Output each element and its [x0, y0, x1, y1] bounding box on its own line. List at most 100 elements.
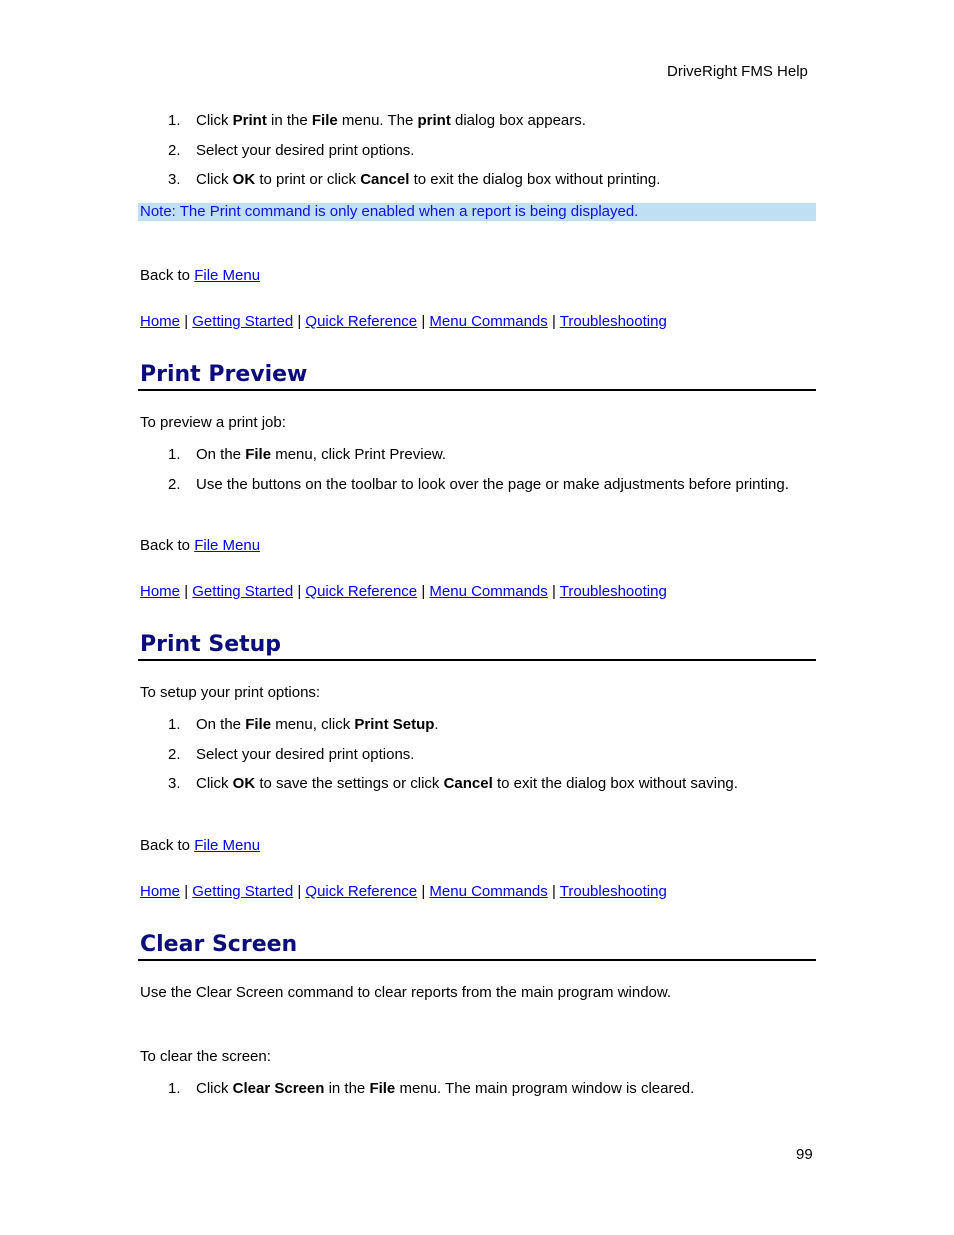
bold-term: print	[417, 112, 451, 129]
nav-separator: |	[184, 583, 189, 600]
bold-term: Cancel	[360, 171, 410, 188]
nav-getting-started-link[interactable]: Getting Started	[192, 313, 293, 330]
print-setup-step-2: 2. Select your desired print options.	[168, 746, 414, 763]
step-number: 1.	[168, 1080, 181, 1097]
step-number: 1.	[168, 112, 181, 129]
step-text: menu, click	[271, 716, 355, 733]
print-step-1: 1. Click Print in the File menu. The prin…	[168, 112, 586, 129]
nav-separator: |	[421, 313, 426, 330]
clear-screen-step-1: 1. Click Clear Screen in the File menu. T…	[168, 1080, 694, 1097]
nav-quick-reference-link[interactable]: Quick Reference	[305, 583, 417, 600]
print-note: Note: The Print command is only enabled …	[138, 203, 816, 221]
heading-rule	[138, 659, 816, 661]
back-prefix: Back to	[140, 537, 195, 554]
step-text: On the	[196, 716, 246, 733]
back-to-file-menu-3: Back to File Menu	[140, 837, 260, 854]
print-step-3: 3. Click OK to print or click Cancel to e…	[168, 171, 660, 188]
back-to-file-menu-1: Back to File Menu	[140, 267, 260, 284]
print-preview-step-2: 2. Use the buttons on the toolbar to look…	[168, 476, 789, 493]
bold-term: OK	[232, 171, 256, 188]
nav-troubleshooting-link[interactable]: Troubleshooting	[560, 583, 667, 600]
heading-rule	[138, 959, 816, 961]
nav-troubleshooting-link[interactable]: Troubleshooting	[560, 313, 667, 330]
nav-separator: |	[297, 883, 302, 900]
print-preview-intro: To preview a print job:	[140, 414, 286, 431]
nav-home-link[interactable]: Home	[140, 583, 180, 600]
step-text: menu. The	[337, 112, 418, 129]
file-menu-link[interactable]: File Menu	[194, 537, 260, 554]
nav-getting-started-link[interactable]: Getting Started	[192, 883, 293, 900]
nav-troubleshooting-link[interactable]: Troubleshooting	[560, 883, 667, 900]
clear-screen-description: Use the Clear Screen command to clear re…	[140, 984, 672, 1001]
print-setup-step-3: 3. Click OK to save the settings or click…	[168, 775, 738, 792]
step-text: Select your desired print options.	[196, 142, 415, 159]
nav-separator: |	[551, 883, 556, 900]
back-prefix: Back to	[140, 267, 195, 284]
step-text: menu, click Print Preview.	[271, 446, 447, 463]
print-preview-heading: Print Preview	[140, 362, 308, 387]
nav-links-2: Home | Getting Started | Quick Reference…	[140, 583, 667, 600]
nav-menu-commands-link[interactable]: Menu Commands	[429, 313, 547, 330]
bold-term: Cancel	[443, 775, 493, 792]
nav-quick-reference-link[interactable]: Quick Reference	[305, 883, 417, 900]
nav-menu-commands-link[interactable]: Menu Commands	[429, 883, 547, 900]
nav-links-3: Home | Getting Started | Quick Reference…	[140, 883, 667, 900]
bold-term: Print Setup	[354, 716, 435, 733]
print-setup-heading: Print Setup	[140, 632, 282, 657]
nav-separator: |	[421, 583, 426, 600]
nav-separator: |	[551, 583, 556, 600]
print-setup-intro: To setup your print options:	[140, 684, 321, 701]
back-to-file-menu-2: Back to File Menu	[140, 537, 260, 554]
step-number: 2.	[168, 142, 181, 159]
document-header-title: DriveRight FMS Help	[667, 63, 808, 80]
nav-getting-started-link[interactable]: Getting Started	[192, 583, 293, 600]
step-text: Select your desired print options.	[196, 746, 415, 763]
step-text: Click	[196, 775, 233, 792]
step-number: 1.	[168, 716, 181, 733]
nav-home-link[interactable]: Home	[140, 883, 180, 900]
step-text: .	[434, 716, 439, 733]
file-menu-link[interactable]: File Menu	[194, 837, 260, 854]
bold-term: Print	[232, 112, 267, 129]
step-text: to print or click	[255, 171, 361, 188]
heading-rule	[138, 389, 816, 391]
file-menu-link[interactable]: File Menu	[194, 267, 260, 284]
nav-links-1: Home | Getting Started | Quick Reference…	[140, 313, 667, 330]
step-number: 2.	[168, 476, 181, 493]
step-number: 1.	[168, 446, 181, 463]
nav-menu-commands-link[interactable]: Menu Commands	[429, 583, 547, 600]
step-text: dialog box appears.	[450, 112, 586, 129]
clear-screen-intro: To clear the screen:	[140, 1048, 271, 1065]
step-text: in the	[324, 1080, 370, 1097]
step-text: to exit the dialog box without saving.	[492, 775, 738, 792]
nav-separator: |	[421, 883, 426, 900]
nav-separator: |	[184, 313, 189, 330]
bold-term: OK	[232, 775, 256, 792]
step-text: in the	[266, 112, 312, 129]
page-number: 99	[796, 1146, 813, 1163]
back-prefix: Back to	[140, 837, 195, 854]
nav-quick-reference-link[interactable]: Quick Reference	[305, 313, 417, 330]
step-text: Use the buttons on the toolbar to look o…	[196, 476, 789, 493]
bold-term: File	[369, 1080, 396, 1097]
nav-separator: |	[551, 313, 556, 330]
print-setup-step-1: 1. On the File menu, click Print Setup.	[168, 716, 439, 733]
step-text: to exit the dialog box without printing.	[409, 171, 661, 188]
bold-term: File	[245, 446, 272, 463]
bold-term: File	[245, 716, 272, 733]
step-text: Click	[196, 112, 233, 129]
print-preview-step-1: 1. On the File menu, click Print Preview.	[168, 446, 446, 463]
step-number: 3.	[168, 775, 181, 792]
nav-separator: |	[184, 883, 189, 900]
step-number: 3.	[168, 171, 181, 188]
step-text: Click	[196, 171, 233, 188]
bold-term: Clear Screen	[232, 1080, 325, 1097]
nav-separator: |	[297, 313, 302, 330]
step-text: to save the settings or click	[255, 775, 444, 792]
nav-home-link[interactable]: Home	[140, 313, 180, 330]
step-text: menu. The main program window is cleared…	[395, 1080, 695, 1097]
bold-term: File	[311, 112, 338, 129]
clear-screen-heading: Clear Screen	[140, 932, 298, 957]
step-text: On the	[196, 446, 246, 463]
nav-separator: |	[297, 583, 302, 600]
